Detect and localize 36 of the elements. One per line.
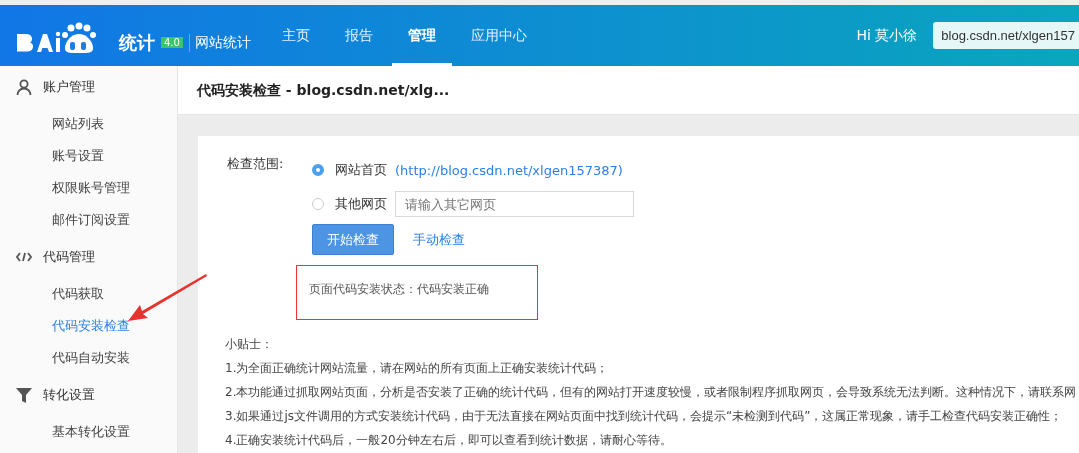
radio-button[interactable]: [312, 164, 324, 176]
product-name: 网站统计: [188, 33, 251, 52]
user-greeting: Hi 莫小徐: [856, 26, 918, 45]
sidebar-item[interactable]: 网站列表: [0, 108, 177, 140]
sidebar-item[interactable]: 账号设置: [0, 140, 177, 172]
nav-tab[interactable]: 主页: [266, 5, 326, 66]
url-link[interactable]: (http://blog.csdn.net/xlgen157387): [395, 162, 623, 178]
site-selector[interactable]: blog.csdn.net/xlgen157: [933, 22, 1079, 49]
result-text: 页面代码安装状态：代码安装正确: [309, 282, 489, 296]
tips-title: 小贴士：: [225, 336, 274, 353]
tip-text: 4.正确安装统计代码后，一般20分钟左右后，即可以查看到统计数据，请耐心等待。: [225, 432, 673, 449]
sidebar-group-title[interactable]: 账户管理: [43, 78, 95, 96]
page-title: 代码安装检查 - blog.csdn.net/xlg...: [178, 66, 1079, 115]
code-icon: [16, 252, 32, 262]
tip-text: 3.如果通过js文件调用的方式安装统计代码，由于无法直接在网站页面中找到统计代码，会提示“未检测到代码”，这属正常现象，请手工检查代码安装正确性；: [225, 408, 1064, 425]
version-badge: 4.0: [161, 37, 183, 48]
sidebar-item[interactable]: 权限账号管理: [0, 172, 177, 204]
tip-text: 1.为全面正确统计网站流量，请在网站的所有页面上正确安装统计代码；: [225, 360, 610, 377]
filter-icon: [16, 387, 32, 403]
sidebar-group-title[interactable]: 转化设置: [43, 386, 95, 404]
url-input[interactable]: 请输入其它网页: [395, 191, 634, 217]
sidebar-item[interactable]: 基本转化设置: [0, 416, 177, 448]
radio-label[interactable]: 网站首页: [335, 161, 387, 179]
tip-text: 2.本功能通过抓取网站页面，分析是否安装了正确的统计代码，但有的网站打开速度较慢，或者限制程序抓取网页，会导致系统无法判断。这种情况下，请联系网: [225, 384, 1078, 401]
sidebar-item[interactable]: 代码自动安装: [0, 342, 177, 374]
nav-tab[interactable]: 报告: [329, 5, 389, 66]
radio-label[interactable]: 其他网页: [335, 195, 387, 213]
manual-check-link[interactable]: 手动检查: [413, 230, 465, 249]
sidebar-item[interactable]: 代码安装检查: [0, 310, 177, 342]
radio-button[interactable]: [312, 198, 324, 210]
logo-text: 统计: [119, 30, 155, 55]
sidebar-item[interactable]: 邮件订阅设置: [0, 204, 177, 236]
sidebar-group-title[interactable]: 代码管理: [43, 248, 95, 266]
person-icon: [16, 79, 32, 95]
sidebar-item[interactable]: 代码获取: [0, 278, 177, 310]
field-label: 检查范围:: [227, 155, 285, 173]
